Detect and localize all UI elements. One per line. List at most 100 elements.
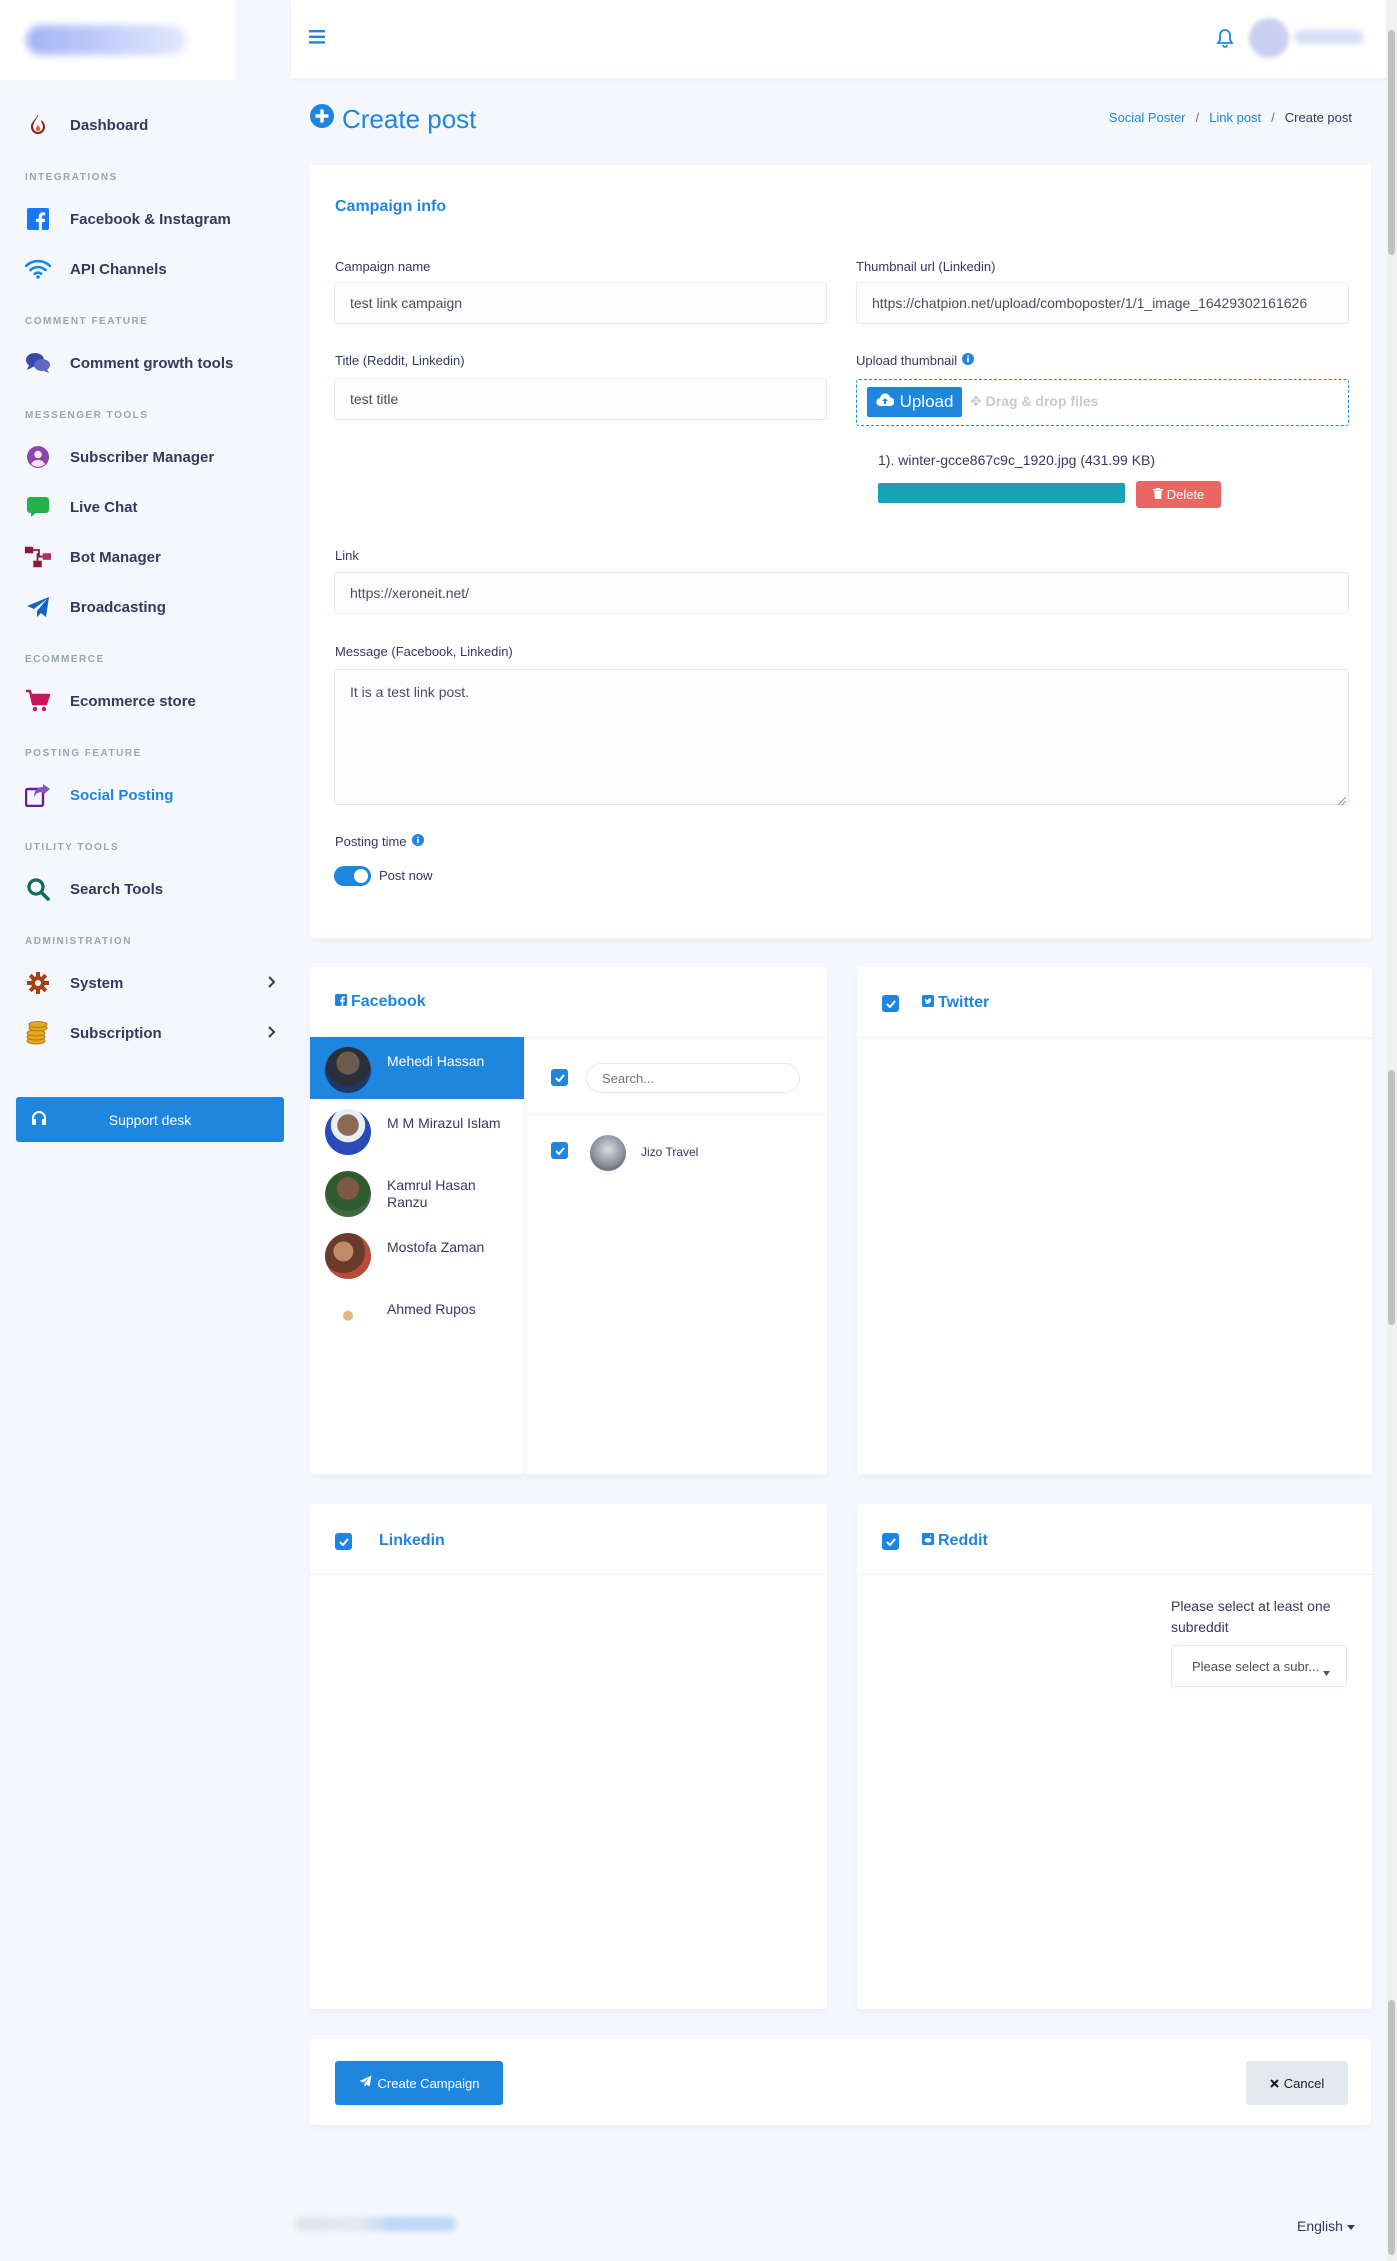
- sidebar-item-search-tools[interactable]: Search Tools: [0, 864, 291, 914]
- scrollbar-thumb[interactable]: [1388, 1070, 1395, 1325]
- title-input[interactable]: test title: [334, 378, 827, 420]
- coins-icon: [24, 1019, 52, 1047]
- sidebar-item-label: Dashboard: [70, 116, 149, 134]
- page-search-input[interactable]: Search...: [586, 1063, 800, 1093]
- sidebar-item-label: Search Tools: [70, 880, 164, 898]
- linkedin-card-title: Linkedin: [379, 1532, 445, 1549]
- sidebar-item-label: Live Chat: [70, 498, 138, 516]
- facebook-user-item[interactable]: Kamrul Hasan Ranzu: [310, 1161, 524, 1223]
- sidebar-section-header: MESSENGER TOOLS: [25, 409, 149, 421]
- sidebar-item-system[interactable]: System: [0, 958, 291, 1008]
- cancel-button[interactable]: Cancel: [1246, 2061, 1348, 2105]
- sidebar-item-social-posting[interactable]: Social Posting: [0, 770, 291, 820]
- scrollbar-thumb[interactable]: [1388, 30, 1395, 255]
- caret-down-icon: [1323, 1664, 1330, 1679]
- upload-dropzone[interactable]: Upload ✥ Drag & drop files: [856, 379, 1349, 426]
- blurred-user-name[interactable]: [1294, 30, 1364, 44]
- sidebar-section-header: INTEGRATIONS: [25, 171, 118, 183]
- user-name: Kamrul Hasan Ranzu: [387, 1177, 476, 1210]
- support-desk-button[interactable]: Support desk: [16, 1097, 284, 1142]
- sidebar-section-header: UTILITY TOOLS: [25, 841, 120, 853]
- post-now-label: Post now: [379, 868, 433, 883]
- sidebar-section-header: COMMENT FEATURE: [25, 315, 149, 327]
- breadcrumb: Social Poster / Link post / Create post: [1109, 110, 1352, 125]
- facebook-user-item[interactable]: Mehedi Hassan: [310, 1037, 524, 1099]
- breadcrumb-current: Create post: [1284, 110, 1352, 125]
- page-search-placeholder: Search...: [602, 1070, 655, 1086]
- user-name: Mostofa Zaman: [387, 1239, 485, 1255]
- breadcrumb-link-post[interactable]: Link post: [1209, 110, 1261, 125]
- sidebar-item-api-channels[interactable]: API Channels: [0, 244, 291, 294]
- page-scrollbar[interactable]: [1386, 0, 1397, 2261]
- blurred-copyright: [296, 2217, 456, 2231]
- reddit-enable-checkbox[interactable]: [882, 1533, 899, 1550]
- sidebar-item-label: API Channels: [70, 260, 167, 278]
- create-campaign-label: Create Campaign: [377, 2075, 480, 2091]
- sidebar-item-subscriber-manager[interactable]: Subscriber Manager: [0, 432, 291, 482]
- chevron-right-icon: [263, 1024, 279, 1040]
- page-name: Jizo Travel: [641, 1145, 699, 1159]
- sidebar-item-broadcasting[interactable]: Broadcasting: [0, 582, 291, 632]
- page-checkbox[interactable]: [551, 1142, 568, 1159]
- breadcrumb-social-poster[interactable]: Social Poster: [1109, 110, 1186, 125]
- message-textarea[interactable]: It is a test link post.: [334, 669, 1349, 805]
- hamburger-menu-icon[interactable]: [309, 30, 325, 47]
- thumbnail-url-input[interactable]: https://chatpion.net/upload/comboposter/…: [856, 282, 1349, 324]
- resize-handle-icon[interactable]: [1337, 793, 1347, 809]
- sidebar-item-ecommerce-store[interactable]: Ecommerce store: [0, 676, 291, 726]
- posting-time-label: Posting time: [335, 834, 424, 849]
- cancel-label: Cancel: [1283, 2075, 1325, 2091]
- user-avatar[interactable]: [1249, 18, 1289, 58]
- sidebar-item-facebook-instagram[interactable]: Facebook & Instagram: [0, 194, 291, 244]
- twitter-card-title: Twitter: [922, 994, 989, 1012]
- linkedin-enable-checkbox[interactable]: [335, 1533, 352, 1550]
- shopping-cart-icon: [24, 687, 52, 715]
- link-input[interactable]: https://xeroneit.net/: [334, 572, 1349, 614]
- scrollbar-thumb[interactable]: [1388, 2000, 1395, 2255]
- delete-file-button[interactable]: Delete: [1136, 481, 1221, 508]
- sidebar-item-dashboard[interactable]: Dashboard: [0, 100, 291, 150]
- twitter-enable-checkbox[interactable]: [882, 995, 899, 1012]
- reddit-card-title: Reddit: [922, 1532, 988, 1550]
- upload-thumbnail-label-text: Upload thumbnail: [856, 353, 958, 368]
- card-divider: [310, 1574, 827, 1575]
- campaign-name-input[interactable]: test link campaign: [334, 282, 827, 324]
- posting-time-label-text: Posting time: [335, 834, 407, 849]
- post-now-toggle[interactable]: [334, 866, 371, 886]
- language-dropdown-label: English: [1297, 2218, 1343, 2234]
- info-icon[interactable]: [962, 353, 975, 368]
- title-label: Title (Reddit, Linkedin): [335, 353, 465, 368]
- cog-icon: [24, 969, 52, 997]
- facebook-user-item[interactable]: Mostofa Zaman: [310, 1223, 524, 1285]
- wifi-icon: [24, 255, 52, 283]
- facebook-user-item[interactable]: Ahmed Rupos: [310, 1285, 524, 1347]
- card-divider: [525, 1114, 827, 1115]
- card-divider: [857, 1574, 1372, 1575]
- twitter-title-text: Twitter: [938, 994, 990, 1011]
- info-icon[interactable]: [411, 834, 424, 849]
- caret-down-icon: [1346, 2218, 1355, 2234]
- search-icon: [24, 875, 52, 903]
- facebook-user-item[interactable]: M M Mirazul Islam: [310, 1099, 524, 1161]
- sidebar-item-subscription[interactable]: Subscription: [0, 1008, 291, 1058]
- subreddit-select[interactable]: Please select a subr...: [1171, 1645, 1347, 1687]
- paper-plane-icon: [24, 593, 52, 621]
- select-all-checkbox[interactable]: [551, 1069, 568, 1086]
- language-dropdown[interactable]: English: [1297, 2218, 1355, 2234]
- sidebar-item-live-chat[interactable]: Live Chat: [0, 482, 291, 532]
- message-label: Message (Facebook, Linkedin): [335, 644, 513, 659]
- notification-bell-icon[interactable]: [1216, 28, 1234, 51]
- sidebar-item-label: Subscriber Manager: [70, 448, 215, 466]
- user-circle-icon: [24, 443, 52, 471]
- facebook-square-icon: [335, 993, 347, 1011]
- sidebar-item-comment-growth-tools[interactable]: Comment growth tools: [0, 338, 291, 388]
- user-avatar: [325, 1295, 371, 1341]
- create-campaign-button[interactable]: Create Campaign: [335, 2061, 503, 2105]
- user-name: M M Mirazul Islam: [387, 1115, 501, 1131]
- sidebar-item-label: Ecommerce store: [70, 692, 196, 710]
- sidebar-item-label: Bot Manager: [70, 548, 161, 566]
- sidebar-item-bot-manager[interactable]: Bot Manager: [0, 532, 291, 582]
- fire-icon: [24, 111, 52, 139]
- brand-logo[interactable]: [0, 0, 235, 80]
- upload-button[interactable]: Upload: [867, 387, 962, 417]
